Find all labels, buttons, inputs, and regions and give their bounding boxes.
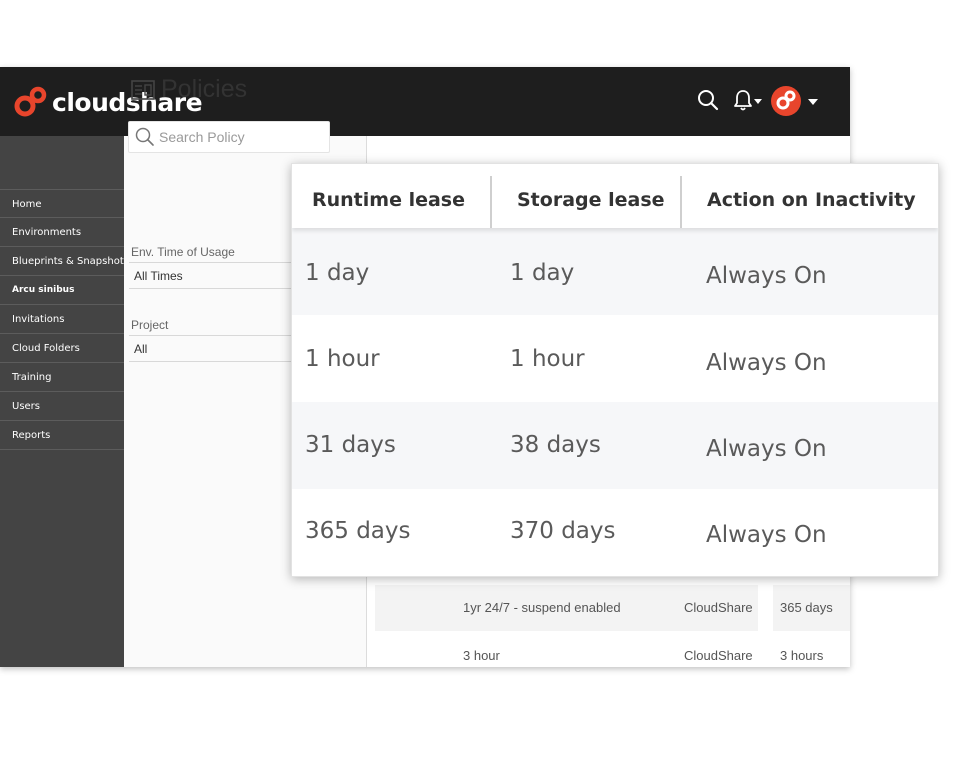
bell-icon[interactable] <box>733 89 763 117</box>
column-divider <box>680 176 682 228</box>
policy-document-icon <box>131 79 155 100</box>
policy-owner: CloudShare <box>684 600 753 615</box>
cell-action: Always On <box>706 436 827 462</box>
sidebar-item-reports[interactable]: Reports <box>0 421 124 450</box>
table-row[interactable]: 31 days 38 days Always On <box>292 402 938 489</box>
page-title: Policies <box>131 75 247 104</box>
header-action-on-inactivity[interactable]: Action on Inactivity <box>707 164 916 228</box>
header-storage-lease[interactable]: Storage lease <box>517 164 665 228</box>
sidebar-item-users[interactable]: Users <box>0 392 124 421</box>
cell-action: Always On <box>706 522 827 548</box>
table-row[interactable]: 1yr 24/7 - suspend enabled CloudShare 36… <box>375 585 850 631</box>
policy-runtime: 365 days <box>780 600 833 615</box>
header-runtime-lease[interactable]: Runtime lease <box>312 164 465 228</box>
search-policy-input[interactable] <box>157 126 321 148</box>
sidebar: Home Environments Blueprints & Snapshots… <box>0 136 129 667</box>
table-row[interactable]: 1 hour 1 hour Always On <box>292 315 938 402</box>
policy-name: 1yr 24/7 - suspend enabled <box>463 600 621 615</box>
avatar-logo-icon <box>776 90 796 110</box>
column-divider <box>490 176 492 228</box>
table-row[interactable]: 1 day 1 day Always On <box>292 228 938 315</box>
sidebar-item-invitations[interactable]: Invitations <box>0 305 124 334</box>
sidebar-nav: Home Environments Blueprints & Snapshots… <box>0 189 129 450</box>
cell-storage-lease: 1 day <box>510 260 575 286</box>
cell-storage-lease: 1 hour <box>510 346 585 372</box>
cell-action: Always On <box>706 263 827 289</box>
cell-storage-lease: 38 days <box>510 432 601 458</box>
cell-runtime-lease: 365 days <box>305 518 411 544</box>
sidebar-item-arcu-sinibus[interactable]: Arcu sinibus <box>0 276 124 305</box>
sidebar-item-home[interactable]: Home <box>0 189 124 218</box>
cloudshare-logo-icon <box>14 86 47 117</box>
sidebar-item-cloud-folders[interactable]: Cloud Folders <box>0 334 124 363</box>
table-row[interactable]: 365 days 370 days Always On <box>292 489 938 576</box>
page-title-text: Policies <box>161 75 248 103</box>
search-icon[interactable] <box>697 89 719 115</box>
avatar[interactable] <box>771 86 801 116</box>
table-row[interactable]: 3 hour CloudShare 3 hours <box>375 633 850 679</box>
table-header: Runtime lease Storage lease Action on In… <box>292 164 938 228</box>
cell-runtime-lease: 1 hour <box>305 346 380 372</box>
sidebar-item-environments[interactable]: Environments <box>0 218 124 247</box>
search-policy-box[interactable] <box>128 121 330 153</box>
sidebar-item-training[interactable]: Training <box>0 363 124 392</box>
chevron-down-icon[interactable] <box>808 99 818 105</box>
policy-name: 3 hour <box>463 648 500 663</box>
time-of-usage-label: Env. Time of Usage <box>131 245 235 259</box>
policy-owner: CloudShare <box>684 648 753 663</box>
lease-table-card: Runtime lease Storage lease Action on In… <box>291 163 939 577</box>
cell-action: Always On <box>706 350 827 376</box>
sidebar-item-blueprints[interactable]: Blueprints & Snapshots <box>0 247 129 276</box>
cell-runtime-lease: 1 day <box>305 260 370 286</box>
policy-runtime: 3 hours <box>780 648 824 663</box>
cell-runtime-lease: 31 days <box>305 432 396 458</box>
search-icon <box>135 127 155 151</box>
project-label: Project <box>131 318 169 332</box>
cell-storage-lease: 370 days <box>510 518 616 544</box>
